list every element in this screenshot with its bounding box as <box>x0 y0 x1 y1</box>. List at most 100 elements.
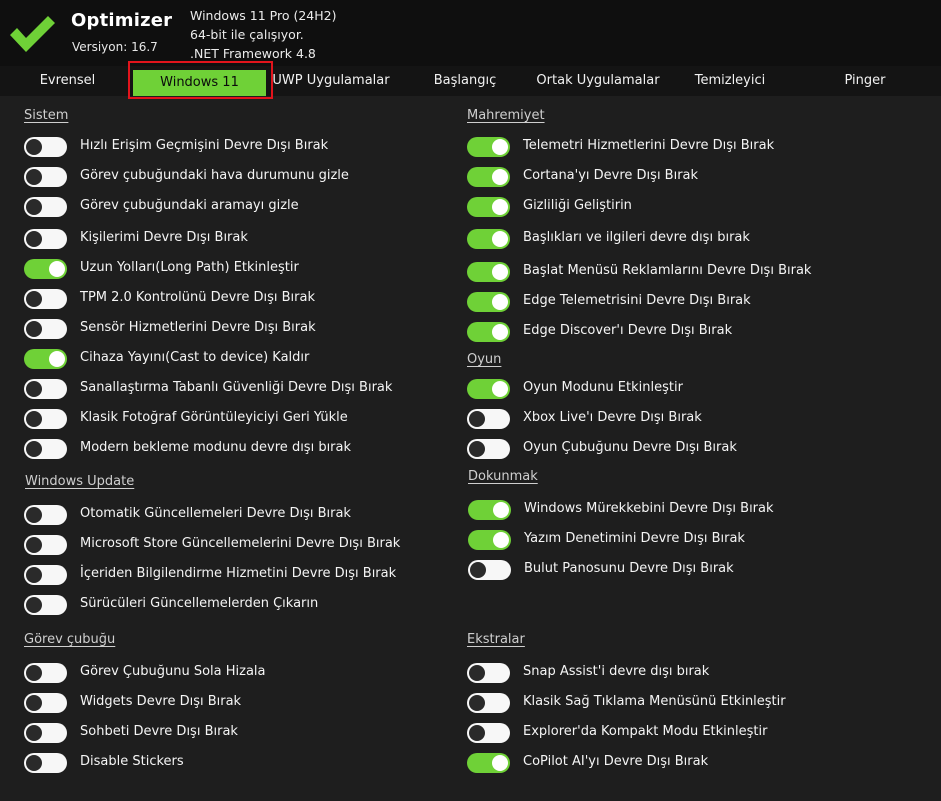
toggle-switch-off[interactable] <box>24 723 67 743</box>
toggle-knob <box>26 507 42 523</box>
tab-uwp-uygulamalar[interactable]: UWP Uygulamalar <box>272 66 390 96</box>
option-label: Klasik Fotoğraf Görüntüleyiciyi Geri Yük… <box>80 410 348 425</box>
toggle-switch-on[interactable] <box>467 167 510 187</box>
toggle-knob <box>26 597 42 613</box>
toggle-switch-on[interactable] <box>467 753 510 773</box>
toggle-knob <box>26 231 42 247</box>
toggle-switch-off[interactable] <box>24 663 67 683</box>
toggle-knob <box>469 441 485 457</box>
toggle-switch-on[interactable] <box>467 322 510 342</box>
toggle-knob <box>469 695 485 711</box>
toggle-knob <box>492 199 508 215</box>
toggle-switch-off[interactable] <box>467 663 510 683</box>
framework-version: .NET Framework 4.8 <box>190 46 316 61</box>
toggle-switch-off[interactable] <box>24 229 67 249</box>
tab-ortak-uygulamalar[interactable]: Ortak Uygulamalar <box>527 66 669 96</box>
option-label: Bulut Panosunu Devre Dışı Bırak <box>524 561 734 576</box>
tab-windows-11[interactable]: Windows 11 <box>133 70 266 96</box>
option-label: TPM 2.0 Kontrolünü Devre Dışı Bırak <box>80 290 315 305</box>
option-label: Klasik Sağ Tıklama Menüsünü Etkinleştir <box>523 694 786 709</box>
section-title-dokunmak: Dokunmak <box>468 469 538 484</box>
toggle-knob <box>493 502 509 518</box>
toggle-switch-on[interactable] <box>467 379 510 399</box>
option-label: Görev Çubuğunu Sola Hizala <box>80 664 266 679</box>
toggle-switch-off[interactable] <box>24 505 67 525</box>
section-title-gorev-cubugu: Görev çubuğu <box>24 632 116 647</box>
toggle-switch-on[interactable] <box>24 349 67 369</box>
toggle-switch-on[interactable] <box>468 500 511 520</box>
section-title-mahremiyet: Mahremiyet <box>467 108 545 123</box>
option-label: Sürücüleri Güncellemelerden Çıkarın <box>80 596 319 611</box>
tab-baslangic[interactable]: Başlangıç <box>410 66 520 96</box>
section-title-ekstralar: Ekstralar <box>467 632 525 647</box>
section-title-windows-update: Windows Update <box>25 474 135 489</box>
option-label: Otomatik Güncellemeleri Devre Dışı Bırak <box>80 506 351 521</box>
toggle-switch-off[interactable] <box>24 565 67 585</box>
toggle-switch-on[interactable] <box>467 292 510 312</box>
app-version: Versiyon: 16.7 <box>72 40 158 54</box>
toggle-knob <box>492 294 508 310</box>
option-label: Başlat Menüsü Reklamlarını Devre Dışı Bı… <box>523 263 812 278</box>
toggle-switch-on[interactable] <box>24 259 67 279</box>
option-label: Oyun Modunu Etkinleştir <box>523 380 683 395</box>
option-label: Snap Assist'i devre dışı bırak <box>523 664 710 679</box>
toggle-switch-on[interactable] <box>467 137 510 157</box>
tab-pinger[interactable]: Pinger <box>815 66 915 96</box>
toggle-knob <box>49 261 65 277</box>
option-label: Görev çubuğundaki aramayı gizle <box>80 198 299 213</box>
toggle-switch-off[interactable] <box>467 409 510 429</box>
toggle-switch-off[interactable] <box>24 197 67 217</box>
toggle-switch-off[interactable] <box>467 723 510 743</box>
toggle-knob <box>470 562 486 578</box>
option-label: Uzun Yolları(Long Path) Etkinleştir <box>80 260 299 275</box>
toggle-switch-on[interactable] <box>467 229 510 249</box>
toggle-knob <box>492 324 508 340</box>
toggle-switch-off[interactable] <box>24 289 67 309</box>
toggle-switch-off[interactable] <box>24 753 67 773</box>
toggle-knob <box>26 139 42 155</box>
checkmark-icon <box>10 16 55 52</box>
toggle-switch-on[interactable] <box>467 197 510 217</box>
option-label: Oyun Çubuğunu Devre Dışı Bırak <box>523 440 737 455</box>
toggle-switch-off[interactable] <box>24 379 67 399</box>
toggle-switch-off[interactable] <box>24 319 67 339</box>
toggle-switch-off[interactable] <box>24 137 67 157</box>
toggle-switch-off[interactable] <box>468 560 511 580</box>
tab-bar: Evrensel Windows 11 UWP Uygulamalar Başl… <box>0 66 941 96</box>
toggle-switch-on[interactable] <box>467 262 510 282</box>
toggle-switch-off[interactable] <box>467 439 510 459</box>
option-label: Modern bekleme modunu devre dışı bırak <box>80 440 352 455</box>
toggle-switch-off[interactable] <box>24 439 67 459</box>
option-label: Görev çubuğundaki hava durumunu gizle <box>80 168 349 183</box>
toggle-knob <box>49 351 65 367</box>
toggle-switch-off[interactable] <box>24 167 67 187</box>
system-info: Windows 11 Pro (24H2) 64-bit ile çalışıy… <box>190 6 336 63</box>
option-label: Sohbeti Devre Dışı Bırak <box>80 724 238 739</box>
toggle-knob <box>26 755 42 771</box>
option-label: Microsoft Store Güncellemelerini Devre D… <box>80 536 401 551</box>
option-label: Başlıkları ve ilgileri devre dışı bırak <box>523 230 750 245</box>
toggle-knob <box>26 537 42 553</box>
toggle-knob <box>26 567 42 583</box>
toggle-switch-off[interactable] <box>24 595 67 615</box>
option-label: Widgets Devre Dışı Bırak <box>80 694 242 709</box>
option-label: Kişilerimi Devre Dışı Bırak <box>80 230 248 245</box>
tab-temizleyici[interactable]: Temizleyici <box>680 66 780 96</box>
toggle-knob <box>26 199 42 215</box>
option-label: Sensör Hizmetlerini Devre Dışı Bırak <box>80 320 316 335</box>
option-label: Windows Mürekkebini Devre Dışı Bırak <box>524 501 774 516</box>
option-label: CoPilot AI'yı Devre Dışı Bırak <box>523 754 709 769</box>
toggle-knob <box>492 264 508 280</box>
toggle-knob <box>492 169 508 185</box>
toggle-switch-off[interactable] <box>24 409 67 429</box>
toggle-switch-on[interactable] <box>468 530 511 550</box>
section-title-oyun: Oyun <box>467 352 502 367</box>
toggle-knob <box>26 441 42 457</box>
option-label: Cortana'yı Devre Dışı Bırak <box>523 168 699 183</box>
toggle-knob <box>492 139 508 155</box>
toggle-switch-off[interactable] <box>24 535 67 555</box>
toggle-knob <box>469 411 485 427</box>
toggle-switch-off[interactable] <box>467 693 510 713</box>
tab-evrensel[interactable]: Evrensel <box>10 66 125 96</box>
toggle-switch-off[interactable] <box>24 693 67 713</box>
